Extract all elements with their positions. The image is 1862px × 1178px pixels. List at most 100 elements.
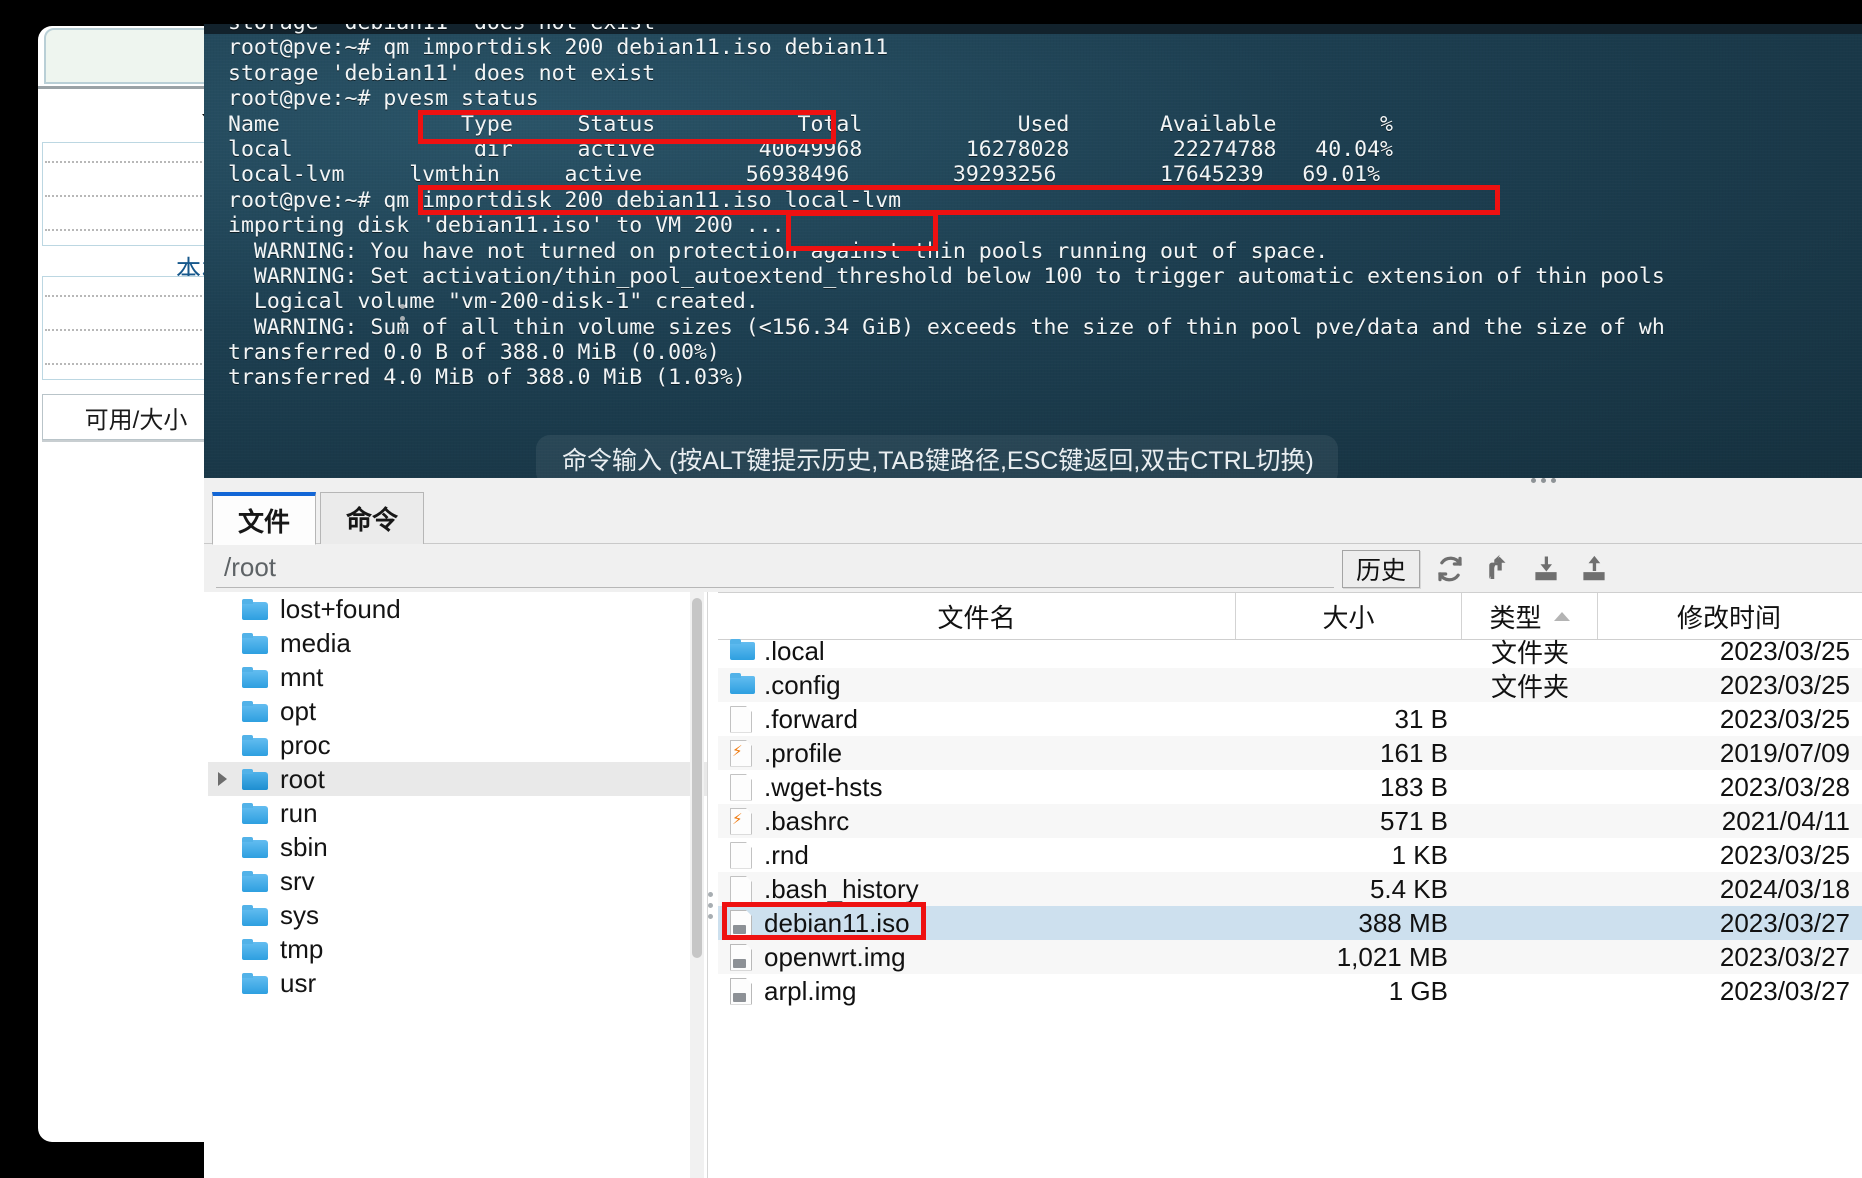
cell-mtime: 2024/03/18 [1719, 873, 1850, 904]
cell-filename: .bashrc [718, 806, 1236, 837]
column-header-size[interactable]: 大小 [1236, 593, 1462, 639]
cell-mtime: 2023/03/27 [1719, 975, 1850, 1006]
upload-more-icon[interactable] [1574, 550, 1614, 588]
folder-icon [242, 632, 268, 654]
filename-label: openwrt.img [764, 941, 906, 972]
tree-item-label: lost+found [280, 593, 401, 624]
table-row[interactable]: .local 文件夹 2023/03/25 [718, 634, 1862, 668]
terminal-line: storage 'debian11' does not exist [228, 24, 1862, 35]
column-header-size-label: 大小 [1322, 602, 1375, 633]
file-explorer-pane: 文件 命令 /root 历史 lost+found media mnt opt … [204, 478, 1862, 1178]
document-icon [730, 706, 752, 733]
avail-size-label: 可用/大小 [42, 394, 230, 440]
left-panel-list-bottom[interactable] [42, 276, 230, 380]
tree-item-root[interactable]: root [208, 762, 707, 796]
tree-scrollbar[interactable] [690, 592, 704, 1178]
folder-icon [242, 802, 268, 824]
cell-size: 388 MB [1358, 907, 1448, 938]
column-header-mtime[interactable]: 修改时间 [1598, 593, 1860, 639]
table-row[interactable]: debian11.iso 388 MB 2023/03/27 [718, 906, 1862, 940]
file-table[interactable]: 文件名 大小 类型 修改时间 .local 文件夹 2023/03/25 .confi… [718, 592, 1862, 1178]
cell-size: 1,021 MB [1336, 941, 1448, 972]
filename-label: .forward [764, 703, 858, 734]
file-table-header: 文件名 大小 类型 修改时间 [718, 592, 1862, 640]
folder-icon [242, 700, 268, 722]
explorer-resize-grip[interactable] [1531, 478, 1556, 483]
tree-item-lost-found[interactable]: lost+found [208, 592, 707, 626]
tab-commands[interactable]: 命令 [320, 492, 424, 545]
tree-item-label: media [280, 627, 351, 658]
terminal-line: WARNING: You have not turned on protecti… [228, 238, 1329, 264]
tree-item-label: usr [280, 967, 317, 998]
cell-filename: .bash_history [718, 874, 1236, 905]
cell-mtime: 2023/03/25 [1719, 669, 1850, 700]
refresh-icon[interactable] [1430, 550, 1470, 588]
tree-scrollbar-thumb[interactable] [692, 598, 702, 958]
table-row[interactable]: openwrt.img 1,021 MB 2023/03/27 [718, 940, 1862, 974]
table-row[interactable]: arpl.img 1 GB 2023/03/27 [718, 974, 1862, 1008]
sort-ascending-icon [1553, 611, 1570, 621]
table-row[interactable]: .bash_history 5.4 KB 2024/03/18 [718, 872, 1862, 906]
download-icon[interactable] [1526, 550, 1566, 588]
cell-filename: debian11.iso [718, 908, 1236, 939]
cell-size: 1 GB [1388, 975, 1448, 1006]
cell-filename: .local [718, 636, 1236, 667]
column-header-type-label: 类型 [1489, 602, 1542, 633]
left-panel-list-top[interactable] [42, 142, 230, 246]
terminal-line: transferred 4.0 MiB of 388.0 MiB (1.03%) [228, 365, 746, 391]
terminal-line: transferred 0.0 B of 388.0 MiB (0.00%) [228, 340, 720, 366]
cell-size: 571 B [1380, 805, 1448, 836]
folder-icon [242, 598, 268, 620]
cell-mtime: 2023/03/27 [1719, 941, 1850, 972]
tree-item-opt[interactable]: opt [208, 694, 707, 728]
chevron-right-icon[interactable] [218, 772, 227, 786]
tree-item-mnt[interactable]: mnt [208, 660, 707, 694]
table-row[interactable]: .rnd 1 KB 2023/03/25 [718, 838, 1862, 872]
tree-item-sbin[interactable]: sbin [208, 830, 707, 864]
cell-size: 1 KB [1391, 839, 1448, 870]
file-table-body[interactable]: .local 文件夹 2023/03/25 .config 文件夹 2023/03/25.… [718, 634, 1862, 1008]
cell-filename: openwrt.img [718, 942, 1236, 973]
tree-item-run[interactable]: run [208, 796, 707, 830]
tree-item-proc[interactable]: proc [208, 728, 707, 762]
cell-filename: .wget-hsts [718, 772, 1236, 803]
tab-files[interactable]: 文件 [212, 492, 316, 545]
tree-item-tmp[interactable]: tmp [208, 932, 707, 966]
tree-item-sys[interactable]: sys [208, 898, 707, 932]
terminal-line: WARNING: Set activation/thin_pool_autoex… [228, 263, 1665, 289]
tree-item-label: root [280, 763, 325, 794]
cell-size: 5.4 KB [1369, 873, 1448, 904]
filename-label: debian11.iso [764, 907, 910, 938]
terminal-pane[interactable]: storage 'debian11' does not existroot@pv… [204, 24, 1862, 478]
folder-icon [242, 904, 268, 926]
tree-item-label: opt [280, 695, 317, 726]
tree-item-media[interactable]: media [208, 626, 707, 660]
column-header-filename[interactable]: 文件名 [718, 593, 1236, 639]
tab-commands-label: 命令 [345, 505, 398, 535]
directory-tree[interactable]: lost+found media mnt opt proc root run sbin srv s… [208, 592, 708, 1178]
cell-filename: arpl.img [718, 976, 1236, 1007]
upload-icon[interactable] [1478, 550, 1518, 588]
document-icon [730, 774, 752, 801]
table-row[interactable]: .wget-hsts 183 B 2023/03/28 [718, 770, 1862, 804]
cell-size: 161 B [1380, 737, 1448, 768]
terminal-splitter-handle[interactable] [400, 304, 405, 333]
terminal-line: local-lvm lvmthin active 56938496 392932… [228, 162, 1381, 188]
column-header-filename-label: 文件名 [937, 602, 1016, 633]
disk-image-icon [730, 910, 752, 937]
terminal-line: local dir active 40649968 16278028 22274… [228, 136, 1393, 162]
command-input-hint[interactable]: 命令输入 (按ALT键提示历史,TAB键路径,ESC键返回,双击CTRL切换) [536, 435, 1338, 478]
history-button[interactable]: 历史 [1342, 550, 1420, 588]
tree-item-srv[interactable]: srv [208, 864, 707, 898]
table-row[interactable]: .bashrc 571 B 2021/04/11 [718, 804, 1862, 838]
table-row[interactable]: .config 文件夹 2023/03/25 [718, 668, 1862, 702]
tree-item-usr[interactable]: usr [208, 966, 707, 1000]
cell-mtime: 2019/07/09 [1719, 737, 1850, 768]
table-row[interactable]: .profile 161 B 2019/07/09 [718, 736, 1862, 770]
table-row[interactable]: .forward 31 B 2023/03/25 [718, 702, 1862, 736]
filename-label: .bash_history [764, 873, 919, 904]
tree-table-splitter[interactable] [708, 892, 713, 919]
folder-icon [242, 938, 268, 960]
document-icon [730, 842, 752, 869]
path-input[interactable]: /root [216, 548, 1334, 588]
